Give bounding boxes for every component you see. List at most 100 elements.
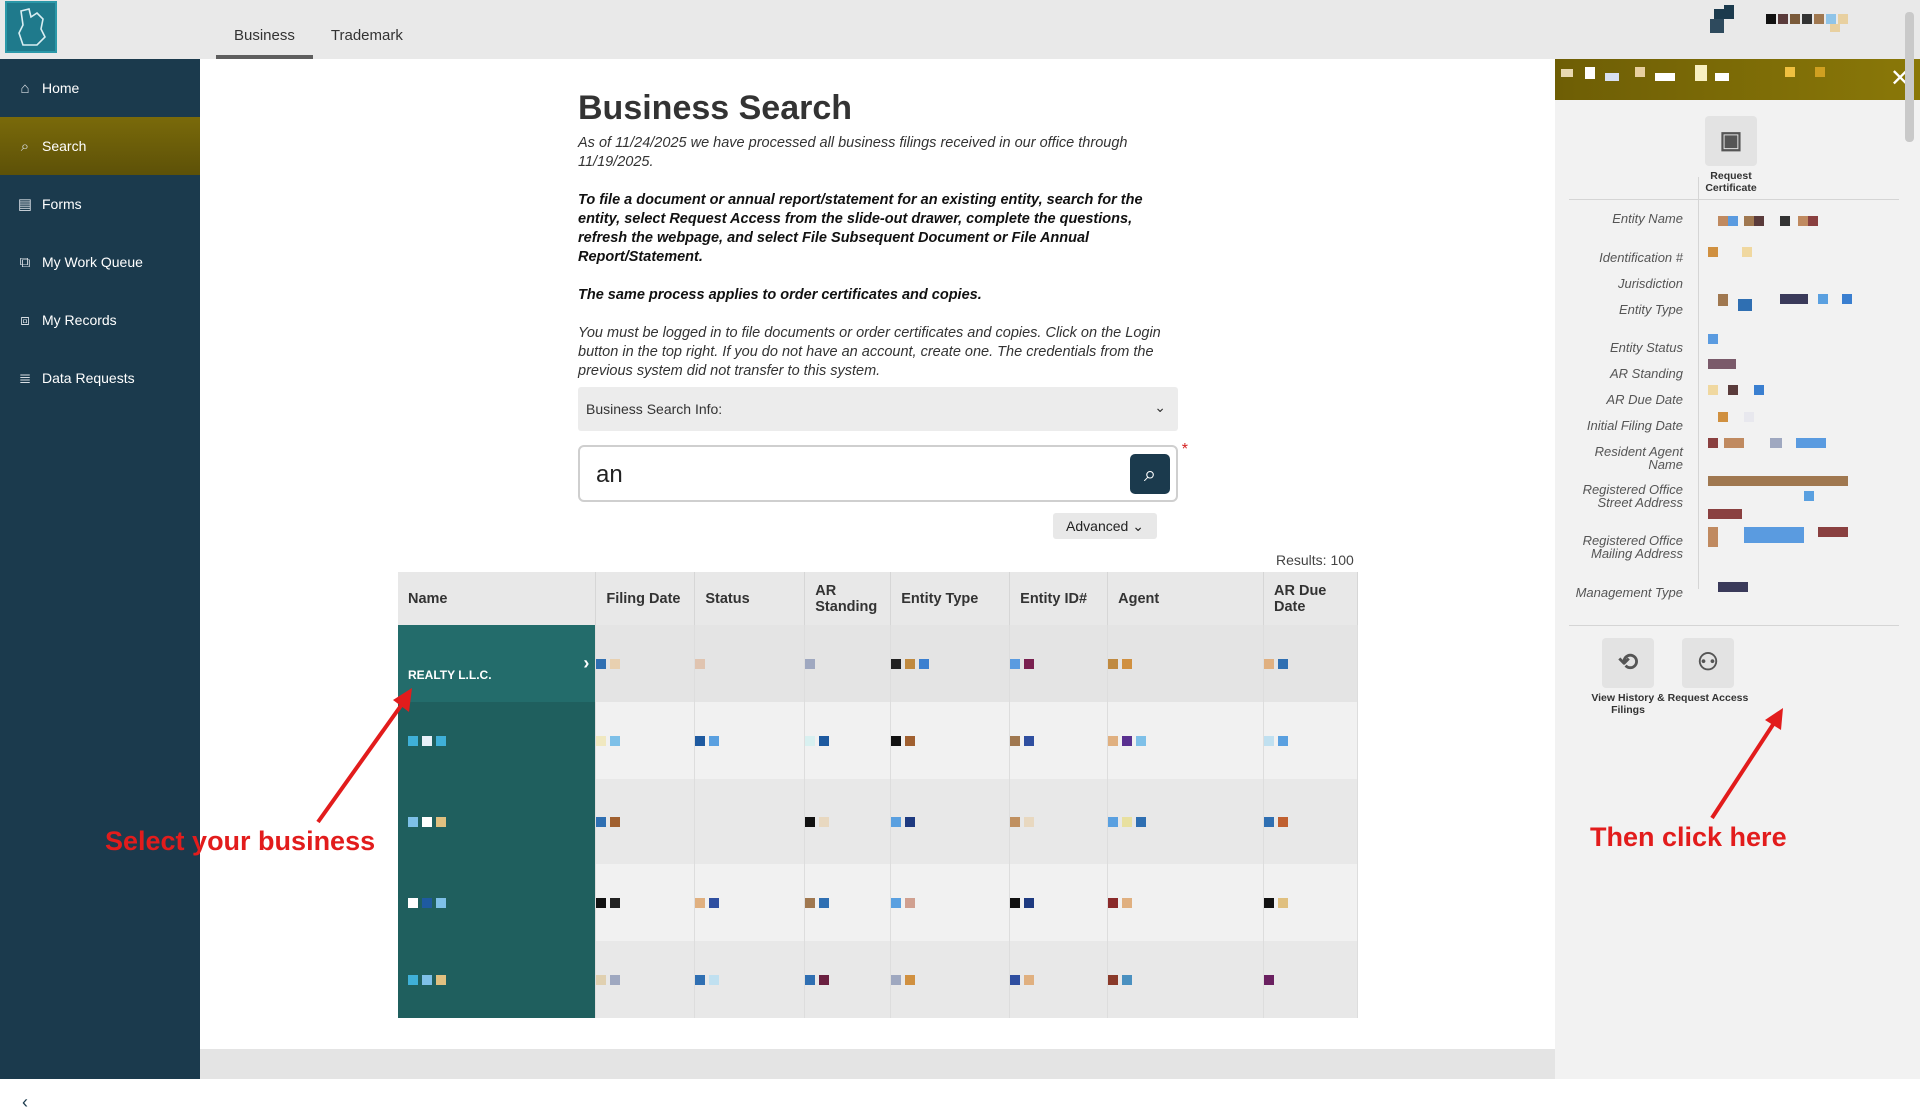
accordion-label: Business Search Info: — [586, 401, 723, 417]
label-identification: Identification # — [1599, 250, 1683, 265]
redacted-cell — [694, 941, 806, 1018]
column-header-entity-type[interactable]: Entity Type — [890, 572, 1011, 625]
redacted-cell — [1107, 779, 1264, 864]
redacted-cell — [1263, 941, 1358, 1018]
request-access-button[interactable]: ⚇ Request Access — [1658, 638, 1758, 704]
column-header-agent[interactable]: Agent — [1107, 572, 1264, 625]
sidebar-item-records[interactable]: ⧈ My Records — [0, 291, 200, 349]
redacted-cell — [1263, 625, 1358, 702]
redacted-cell — [804, 941, 892, 1018]
column-header-ar-standing[interactable]: AR Standing — [804, 572, 892, 625]
redacted-cell — [1009, 702, 1109, 779]
redacted-cell — [694, 625, 806, 702]
sidebar-item-data-requests[interactable]: ≣ Data Requests — [0, 349, 200, 407]
sidebar-item-search[interactable]: ⌕ Search — [0, 117, 210, 175]
redacted-cell — [890, 864, 1011, 941]
top-bar: Business Trademark — [0, 0, 1920, 59]
redacted-cell — [1009, 864, 1109, 941]
label-registered-office-street: Registered Office Street Address — [1582, 482, 1683, 510]
sidebar-item-label: Forms — [42, 196, 82, 212]
business-name-cell[interactable]: REALTY L.L.C. › — [398, 625, 597, 702]
redacted-cell — [890, 625, 1011, 702]
results-count: Results: 100 — [1276, 552, 1354, 568]
tab-business[interactable]: Business — [216, 0, 313, 59]
label-entity-type: Entity Type — [1618, 302, 1683, 317]
redacted-cell — [1107, 864, 1264, 941]
table-row[interactable]: REALTY L.L.C. › — [398, 625, 1358, 702]
search-field[interactable]: ⌕ * — [578, 441, 1188, 503]
login-note: You must be logged in to file documents … — [578, 325, 1161, 379]
horizontal-scrollbar[interactable] — [200, 1049, 1555, 1079]
redacted-cell — [595, 779, 696, 864]
table-row[interactable] — [398, 941, 1358, 1018]
business-name-cell[interactable] — [398, 864, 597, 941]
label-initial-filing-date: Initial Filing Date — [1586, 418, 1683, 433]
sidebar-item-label: Home — [42, 80, 80, 96]
redacted-cell — [595, 941, 696, 1018]
business-name-cell[interactable] — [398, 941, 597, 1018]
request-certificate-button[interactable]: ▣ Request Certificate — [1703, 116, 1759, 194]
history-icon: ⟲ — [1602, 638, 1654, 688]
advanced-label: Advanced — [1066, 518, 1129, 534]
column-header-ar-due-date[interactable]: AR Due Date — [1263, 572, 1358, 625]
chevron-right-icon: › — [583, 653, 590, 673]
sidebar-item-work-queue[interactable]: ⧉ My Work Queue — [0, 233, 200, 291]
business-name-cell[interactable] — [398, 702, 597, 779]
michigan-logo[interactable] — [5, 1, 57, 53]
redacted-cell — [890, 779, 1011, 864]
tab-trademark[interactable]: Trademark — [313, 0, 421, 59]
home-icon: ⌂ — [20, 79, 30, 97]
chevron-down-icon: ⌄ — [1132, 518, 1144, 534]
search-button[interactable]: ⌕ — [1130, 454, 1170, 494]
redacted-cell — [1263, 779, 1358, 864]
label-entity-name: Entity Name — [1612, 211, 1683, 226]
column-header-filing-date[interactable]: Filing Date — [595, 572, 696, 625]
records-icon: ⧈ — [20, 311, 30, 329]
database-icon: ≣ — [18, 370, 32, 387]
user-account-redacted[interactable] — [1710, 5, 1890, 35]
business-search-info-accordion[interactable]: Business Search Info: ⌄ — [578, 387, 1178, 431]
label-ar-due-date: AR Due Date — [1606, 392, 1683, 407]
sidebar: ⌂ Home ⌕ Search ▤ Forms ⧉ My Work Queue … — [0, 59, 210, 1117]
page-title: Business Search — [578, 89, 853, 127]
forms-icon: ▤ — [17, 196, 33, 213]
column-header-entity-id[interactable]: Entity ID# — [1009, 572, 1109, 625]
instructions-text: To file a document or annual report/stat… — [578, 192, 1143, 265]
sidebar-item-forms[interactable]: ▤ Forms — [0, 175, 200, 233]
redacted-cell — [804, 779, 892, 864]
redacted-cell — [1009, 779, 1109, 864]
table-header-row: Name Filing Date Status AR Standing Enti… — [398, 572, 1358, 625]
table-row[interactable] — [398, 779, 1358, 864]
redacted-cell — [694, 702, 806, 779]
redacted-cell — [1263, 702, 1358, 779]
sidebar-item-label: My Records — [42, 312, 117, 328]
collapse-sidebar-button[interactable]: ‹ — [11, 1089, 39, 1117]
redacted-cell — [890, 941, 1011, 1018]
table-row[interactable] — [398, 702, 1358, 779]
vertical-scrollbar[interactable] — [1905, 12, 1914, 142]
label-ar-standing: AR Standing — [1610, 366, 1683, 381]
top-tabs: Business Trademark — [216, 0, 421, 59]
sidebar-item-label: My Work Queue — [42, 254, 143, 270]
label-jurisdiction: Jurisdiction — [1617, 276, 1683, 291]
business-name-cell[interactable] — [398, 779, 597, 864]
annotation-click-here: Then click here — [1590, 822, 1787, 852]
sidebar-item-home[interactable]: ⌂ Home — [0, 59, 200, 117]
results-table: Name Filing Date Status AR Standing Enti… — [398, 572, 1358, 1018]
redacted-cell — [694, 864, 806, 941]
table-row[interactable] — [398, 864, 1358, 941]
label-resident-agent-name: Resident Agent Name — [1594, 444, 1683, 472]
business-name: REALTY L.L.C. — [408, 667, 492, 682]
divider — [1698, 177, 1699, 589]
sidebar-item-label: Data Requests — [42, 370, 135, 386]
redacted-cell — [1009, 625, 1109, 702]
request-access-label: Request Access — [1667, 692, 1749, 704]
column-header-status[interactable]: Status — [694, 572, 806, 625]
redacted-cell — [595, 625, 696, 702]
search-input[interactable] — [580, 447, 1100, 503]
column-header-name[interactable]: Name — [398, 572, 597, 625]
redacted-cell — [1107, 702, 1264, 779]
advanced-button[interactable]: Advanced ⌄ — [1053, 513, 1157, 539]
redacted-cell — [694, 779, 806, 864]
redacted-cell — [890, 702, 1011, 779]
